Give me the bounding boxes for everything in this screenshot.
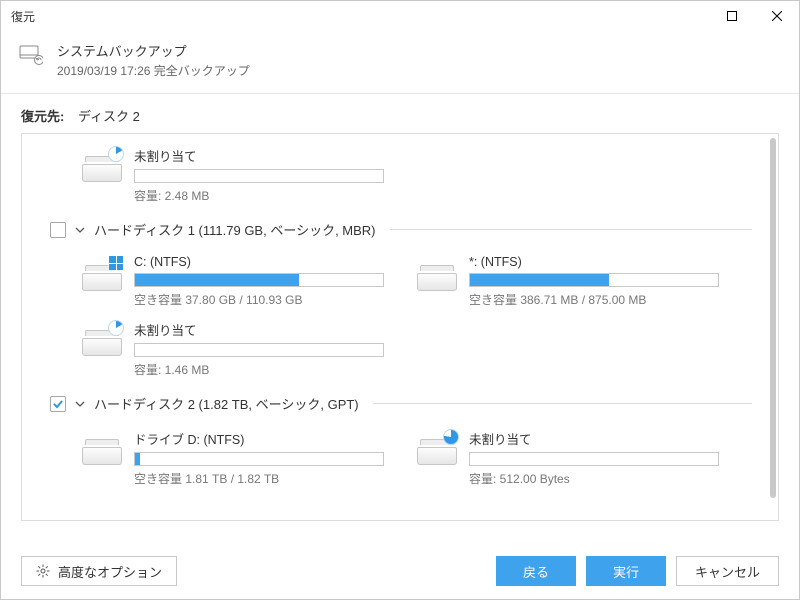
partition-unallocated-3[interactable]: 未割り当て 容量: 512.00 Bytes	[417, 423, 752, 493]
partition-star[interactable]: *: (NTFS) 空き容量 386.71 MB / 875.00 MB	[417, 249, 752, 314]
advanced-options-button[interactable]: 高度なオプション	[21, 556, 177, 586]
cancel-label: キャンセル	[695, 562, 760, 581]
divider	[390, 229, 752, 230]
divider	[373, 403, 752, 404]
backup-header-text: システムバックアップ 2019/03/19 17:26 完全バックアップ	[57, 41, 250, 79]
disk2-checkbox[interactable]	[50, 396, 66, 412]
execute-label: 実行	[613, 562, 639, 581]
close-icon	[772, 11, 782, 21]
scrollbar[interactable]	[770, 138, 776, 498]
disk-icon	[417, 433, 457, 465]
footer: 高度なオプション 戻る 実行 キャンセル	[1, 543, 799, 599]
pie-icon	[108, 320, 124, 336]
chevron-down-icon[interactable]	[74, 225, 86, 235]
usage-bar	[134, 169, 384, 183]
disk1-checkbox[interactable]	[50, 222, 66, 238]
partition-free: 空き容量 1.81 TB / 1.82 TB	[134, 470, 407, 487]
partition-d[interactable]: ドライブ D: (NTFS) 空き容量 1.81 TB / 1.82 TB	[82, 423, 417, 493]
maximize-icon	[727, 11, 737, 21]
usage-bar	[134, 343, 384, 357]
disk-icon	[82, 259, 122, 291]
backup-title: システムバックアップ	[57, 41, 250, 60]
gear-icon	[36, 564, 50, 578]
cancel-button[interactable]: キャンセル	[676, 556, 779, 586]
backup-subtitle: 2019/03/19 17:26 完全バックアップ	[57, 62, 250, 79]
partition-c[interactable]: C: (NTFS) 空き容量 37.80 GB / 110.93 GB	[82, 249, 417, 314]
partition-capacity: 容量: 512.00 Bytes	[469, 470, 742, 487]
partition-title: C: (NTFS)	[134, 255, 407, 269]
pie-icon	[443, 429, 459, 445]
partition-unallocated-1[interactable]: 未割り当て 容量: 2.48 MB	[82, 140, 752, 210]
disk1-label: ハードディスク 1 (111.79 GB, ベーシック, MBR)	[94, 220, 376, 239]
close-button[interactable]	[754, 1, 799, 31]
backup-icon	[19, 43, 43, 68]
partition-title: 未割り当て	[134, 320, 742, 339]
usage-bar	[469, 273, 719, 287]
disk2-label: ハードディスク 2 (1.82 TB, ベーシック, GPT)	[94, 394, 359, 413]
partition-free: 空き容量 386.71 MB / 875.00 MB	[469, 291, 742, 308]
destination-label: 復元先:	[21, 109, 64, 124]
execute-button[interactable]: 実行	[586, 556, 666, 586]
disk-icon	[82, 150, 122, 182]
usage-bar	[134, 273, 384, 287]
partition-capacity: 容量: 2.48 MB	[134, 187, 742, 204]
partition-title: ドライブ D: (NTFS)	[134, 429, 407, 448]
disk-icon	[82, 324, 122, 356]
disk-icon	[417, 259, 457, 291]
chevron-down-icon[interactable]	[74, 399, 86, 409]
titlebar: 復元	[1, 1, 799, 31]
usage-bar	[134, 452, 384, 466]
disk-icon	[82, 433, 122, 465]
windows-icon	[108, 255, 124, 271]
back-label: 戻る	[523, 562, 549, 581]
partition-capacity: 容量: 1.46 MB	[134, 361, 742, 378]
partition-title: 未割り当て	[134, 146, 742, 165]
partition-unallocated-2[interactable]: 未割り当て 容量: 1.46 MB	[82, 314, 752, 384]
partition-free: 空き容量 37.80 GB / 110.93 GB	[134, 291, 407, 308]
partition-list: 未割り当て 容量: 2.48 MB ハードディスク 1 (111.79 GB, …	[21, 133, 779, 521]
partition-title: *: (NTFS)	[469, 255, 742, 269]
window-title: 復元	[11, 8, 35, 25]
destination-row: 復元先: ディスク 2	[1, 94, 799, 133]
partition-title: 未割り当て	[469, 429, 742, 448]
disk-group-1[interactable]: ハードディスク 1 (111.79 GB, ベーシック, MBR)	[22, 210, 762, 249]
disk-group-2[interactable]: ハードディスク 2 (1.82 TB, ベーシック, GPT)	[22, 384, 762, 423]
back-button[interactable]: 戻る	[496, 556, 576, 586]
destination-value: ディスク 2	[78, 109, 140, 124]
usage-bar	[469, 452, 719, 466]
maximize-button[interactable]	[709, 1, 754, 31]
backup-header: システムバックアップ 2019/03/19 17:26 完全バックアップ	[1, 31, 799, 94]
pie-icon	[108, 146, 124, 162]
advanced-options-label: 高度なオプション	[58, 562, 162, 581]
